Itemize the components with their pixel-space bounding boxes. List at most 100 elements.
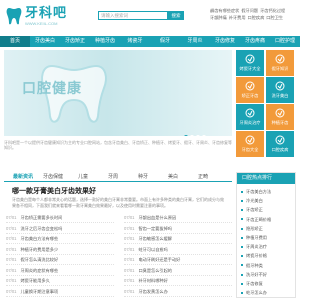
nav-item[interactable]: 牙齿疼痛 [240, 36, 270, 47]
rank-item-label[interactable]: 蛀牙怎么办 [246, 290, 267, 295]
news-item[interactable]: 07/01 口臭是怎么引起的 [124, 266, 232, 276]
news-item[interactable]: 07/01 牙齿美白方法有哪些 [6, 234, 114, 244]
news-title[interactable]: 电动牙刷好还是手动好 [138, 257, 180, 262]
rank-item-label[interactable]: 冷光美白 [246, 198, 263, 203]
news-title[interactable]: 烤瓷牙能用多久 [20, 278, 49, 283]
featured-title[interactable]: 哪一款牙膏美白牙齿效果好 [12, 186, 96, 196]
news-item[interactable]: 07/01 补牙材料哪种好 [124, 276, 232, 286]
category-tile[interactable]: 口腔疾病 [266, 131, 294, 157]
category-tile[interactable]: 牙齿大全 [236, 131, 264, 157]
category-tile[interactable]: 假牙知识 [266, 50, 294, 76]
bullet-icon [241, 218, 243, 221]
rank-item-label[interactable]: 牙齿修复 [246, 281, 263, 286]
news-item[interactable]: 07/01 牙齿发黄怎么办 [124, 287, 232, 297]
nav-item[interactable]: 种植牙齿 [90, 36, 120, 47]
news-title[interactable]: 牙齿矫正需要多长时间 [20, 215, 62, 220]
news-item[interactable]: 07/01 牙龈出血是什么原因 [124, 213, 232, 223]
nav-item[interactable]: 牙周炎 [180, 36, 210, 47]
news-item[interactable]: 07/01 牙齿敏感怎么缓解 [124, 234, 232, 244]
news-title[interactable]: 儿童换牙期注意事项 [20, 289, 58, 294]
news-title[interactable]: 智齿一定要拔掉吗 [138, 226, 172, 231]
news-item[interactable]: 07/01 蛀牙可以自愈吗 [124, 245, 232, 255]
hot-link[interactable]: 假牙问题 [241, 8, 258, 13]
hot-link[interactable]: 龋齿有哪些症状 [210, 8, 239, 13]
news-title[interactable]: 牙齿美白方法有哪些 [20, 236, 58, 241]
news-title[interactable]: 洗牙之后牙齿会变松吗 [20, 226, 62, 231]
tab-6[interactable]: 正畸 [190, 172, 216, 182]
rank-item[interactable]: 蛀牙怎么办 [241, 288, 295, 297]
category-tile[interactable]: 牙周炎治疗 [236, 104, 264, 130]
news-item[interactable]: 07/01 烤瓷牙能用多久 [6, 276, 114, 286]
news-item[interactable]: 07/01 牙周炎的症状有哪些 [6, 266, 114, 276]
news-item[interactable]: 07/01 洗牙之后牙齿会变松吗 [6, 224, 114, 234]
news-item[interactable]: 07/01 种植牙的费用是多少 [6, 245, 114, 255]
tab-1[interactable]: 牙齿保健 [40, 172, 66, 182]
news-item[interactable]: 07/01 牙齿矫正需要多长时间 [6, 213, 114, 223]
hot-link[interactable]: 牙齿钙化过程 [260, 8, 285, 13]
news-title[interactable]: 补牙材料哪种好 [138, 278, 167, 283]
banner-slider[interactable]: 口腔健康 [4, 50, 232, 136]
rank-item-label[interactable]: 牙周炎治疗 [246, 244, 267, 249]
rank-item-label[interactable]: 牙齿正畸价格 [246, 217, 271, 222]
nav-item[interactable]: 首页 [0, 36, 30, 47]
rank-item[interactable]: 洗牙好不好 [241, 270, 295, 279]
tab-5[interactable]: 美白 [160, 172, 186, 182]
nav-item[interactable]: 牙齿美白 [30, 36, 60, 47]
news-title[interactable]: 牙齿敏感怎么缓解 [138, 236, 172, 241]
rank-item[interactable]: 种植牙费用 [241, 233, 295, 242]
search-button[interactable]: 搜索 [168, 11, 184, 20]
nav-item[interactable]: 烤瓷牙 [120, 36, 150, 47]
tab-3[interactable]: 牙周 [100, 172, 126, 182]
rank-item[interactable]: 牙齿修复 [241, 279, 295, 288]
rank-item-label[interactable]: 种植牙费用 [246, 235, 267, 240]
search-input[interactable]: 请输入搜索词 [98, 11, 168, 20]
rank-item[interactable]: 牙齿矫正 [241, 205, 295, 214]
hot-link[interactable]: 口腔卫生 [266, 15, 283, 20]
tooth-logo-icon[interactable] [6, 6, 22, 26]
nav-item[interactable]: 牙齿矫正 [60, 36, 90, 47]
news-title[interactable]: 牙龈出血是什么原因 [138, 215, 176, 220]
rank-item[interactable]: 冷光美白 [241, 196, 295, 205]
news-title[interactable]: 假牙怎么清洗比较好 [20, 257, 58, 262]
news-item[interactable]: 07/01 电动牙刷好还是手动好 [124, 255, 232, 265]
rank-item-label[interactable]: 隐形矫正 [246, 226, 263, 231]
tab-2[interactable]: 儿童 [70, 172, 96, 182]
news-title[interactable]: 蛀牙可以自愈吗 [138, 247, 167, 252]
rank-item[interactable]: 牙齿正畸价格 [241, 215, 295, 224]
category-tile[interactable]: 洗牙美白 [266, 77, 294, 103]
slider-dot[interactable] [190, 135, 194, 136]
hot-link[interactable]: 口腔疾病 [248, 15, 265, 20]
rank-item-label[interactable]: 洗牙好不好 [246, 272, 267, 277]
news-title[interactable]: 口臭是怎么引起的 [138, 268, 172, 273]
news-item[interactable]: 07/01 智齿一定要拔掉吗 [124, 224, 232, 234]
rank-item[interactable]: 牙周炎治疗 [241, 242, 295, 251]
news-title[interactable]: 牙周炎的症状有哪些 [20, 268, 58, 273]
slider-dot[interactable] [184, 135, 188, 136]
logo-text[interactable]: 牙科吧 [25, 6, 67, 20]
rank-item-label[interactable]: 牙齿美白方法 [246, 189, 271, 194]
news-item[interactable]: 07/01 儿童换牙期注意事项 [6, 287, 114, 297]
rank-item-label[interactable]: 牙齿矫正 [246, 207, 263, 212]
rank-item-label[interactable]: 烤瓷牙价格 [246, 253, 267, 258]
nav-item[interactable]: 口腔护理 [270, 36, 300, 47]
nav-item[interactable]: 牙齿修复 [210, 36, 240, 47]
news-title[interactable]: 种植牙的费用是多少 [20, 247, 58, 252]
slider-dot[interactable] [202, 135, 206, 136]
rank-item[interactable]: 牙齿美白方法 [241, 187, 295, 196]
rank-item[interactable]: 隐形矫正 [241, 224, 295, 233]
slider-dot[interactable] [196, 135, 200, 136]
tab-4[interactable]: 种牙 [130, 172, 156, 182]
category-tile[interactable]: 矫正牙齿 [236, 77, 264, 103]
hot-link[interactable]: 补牙费用 [229, 15, 246, 20]
news-title[interactable]: 牙齿发黄怎么办 [138, 289, 167, 294]
rank-item-label[interactable]: 假牙种类 [246, 263, 263, 268]
nav-item[interactable]: 假牙 [150, 36, 180, 47]
rank-item[interactable]: 假牙种类 [241, 261, 295, 270]
tab-0[interactable]: 最新资讯 [10, 172, 36, 182]
slider-dots[interactable] [184, 126, 208, 136]
rank-item[interactable]: 烤瓷牙价格 [241, 251, 295, 260]
news-item[interactable]: 07/01 假牙怎么清洗比较好 [6, 255, 114, 265]
category-tile[interactable]: 烤瓷牙大全 [236, 50, 264, 76]
category-tile[interactable]: 种植牙齿 [266, 104, 294, 130]
hot-link[interactable]: 牙龈肿痛 [210, 15, 227, 20]
